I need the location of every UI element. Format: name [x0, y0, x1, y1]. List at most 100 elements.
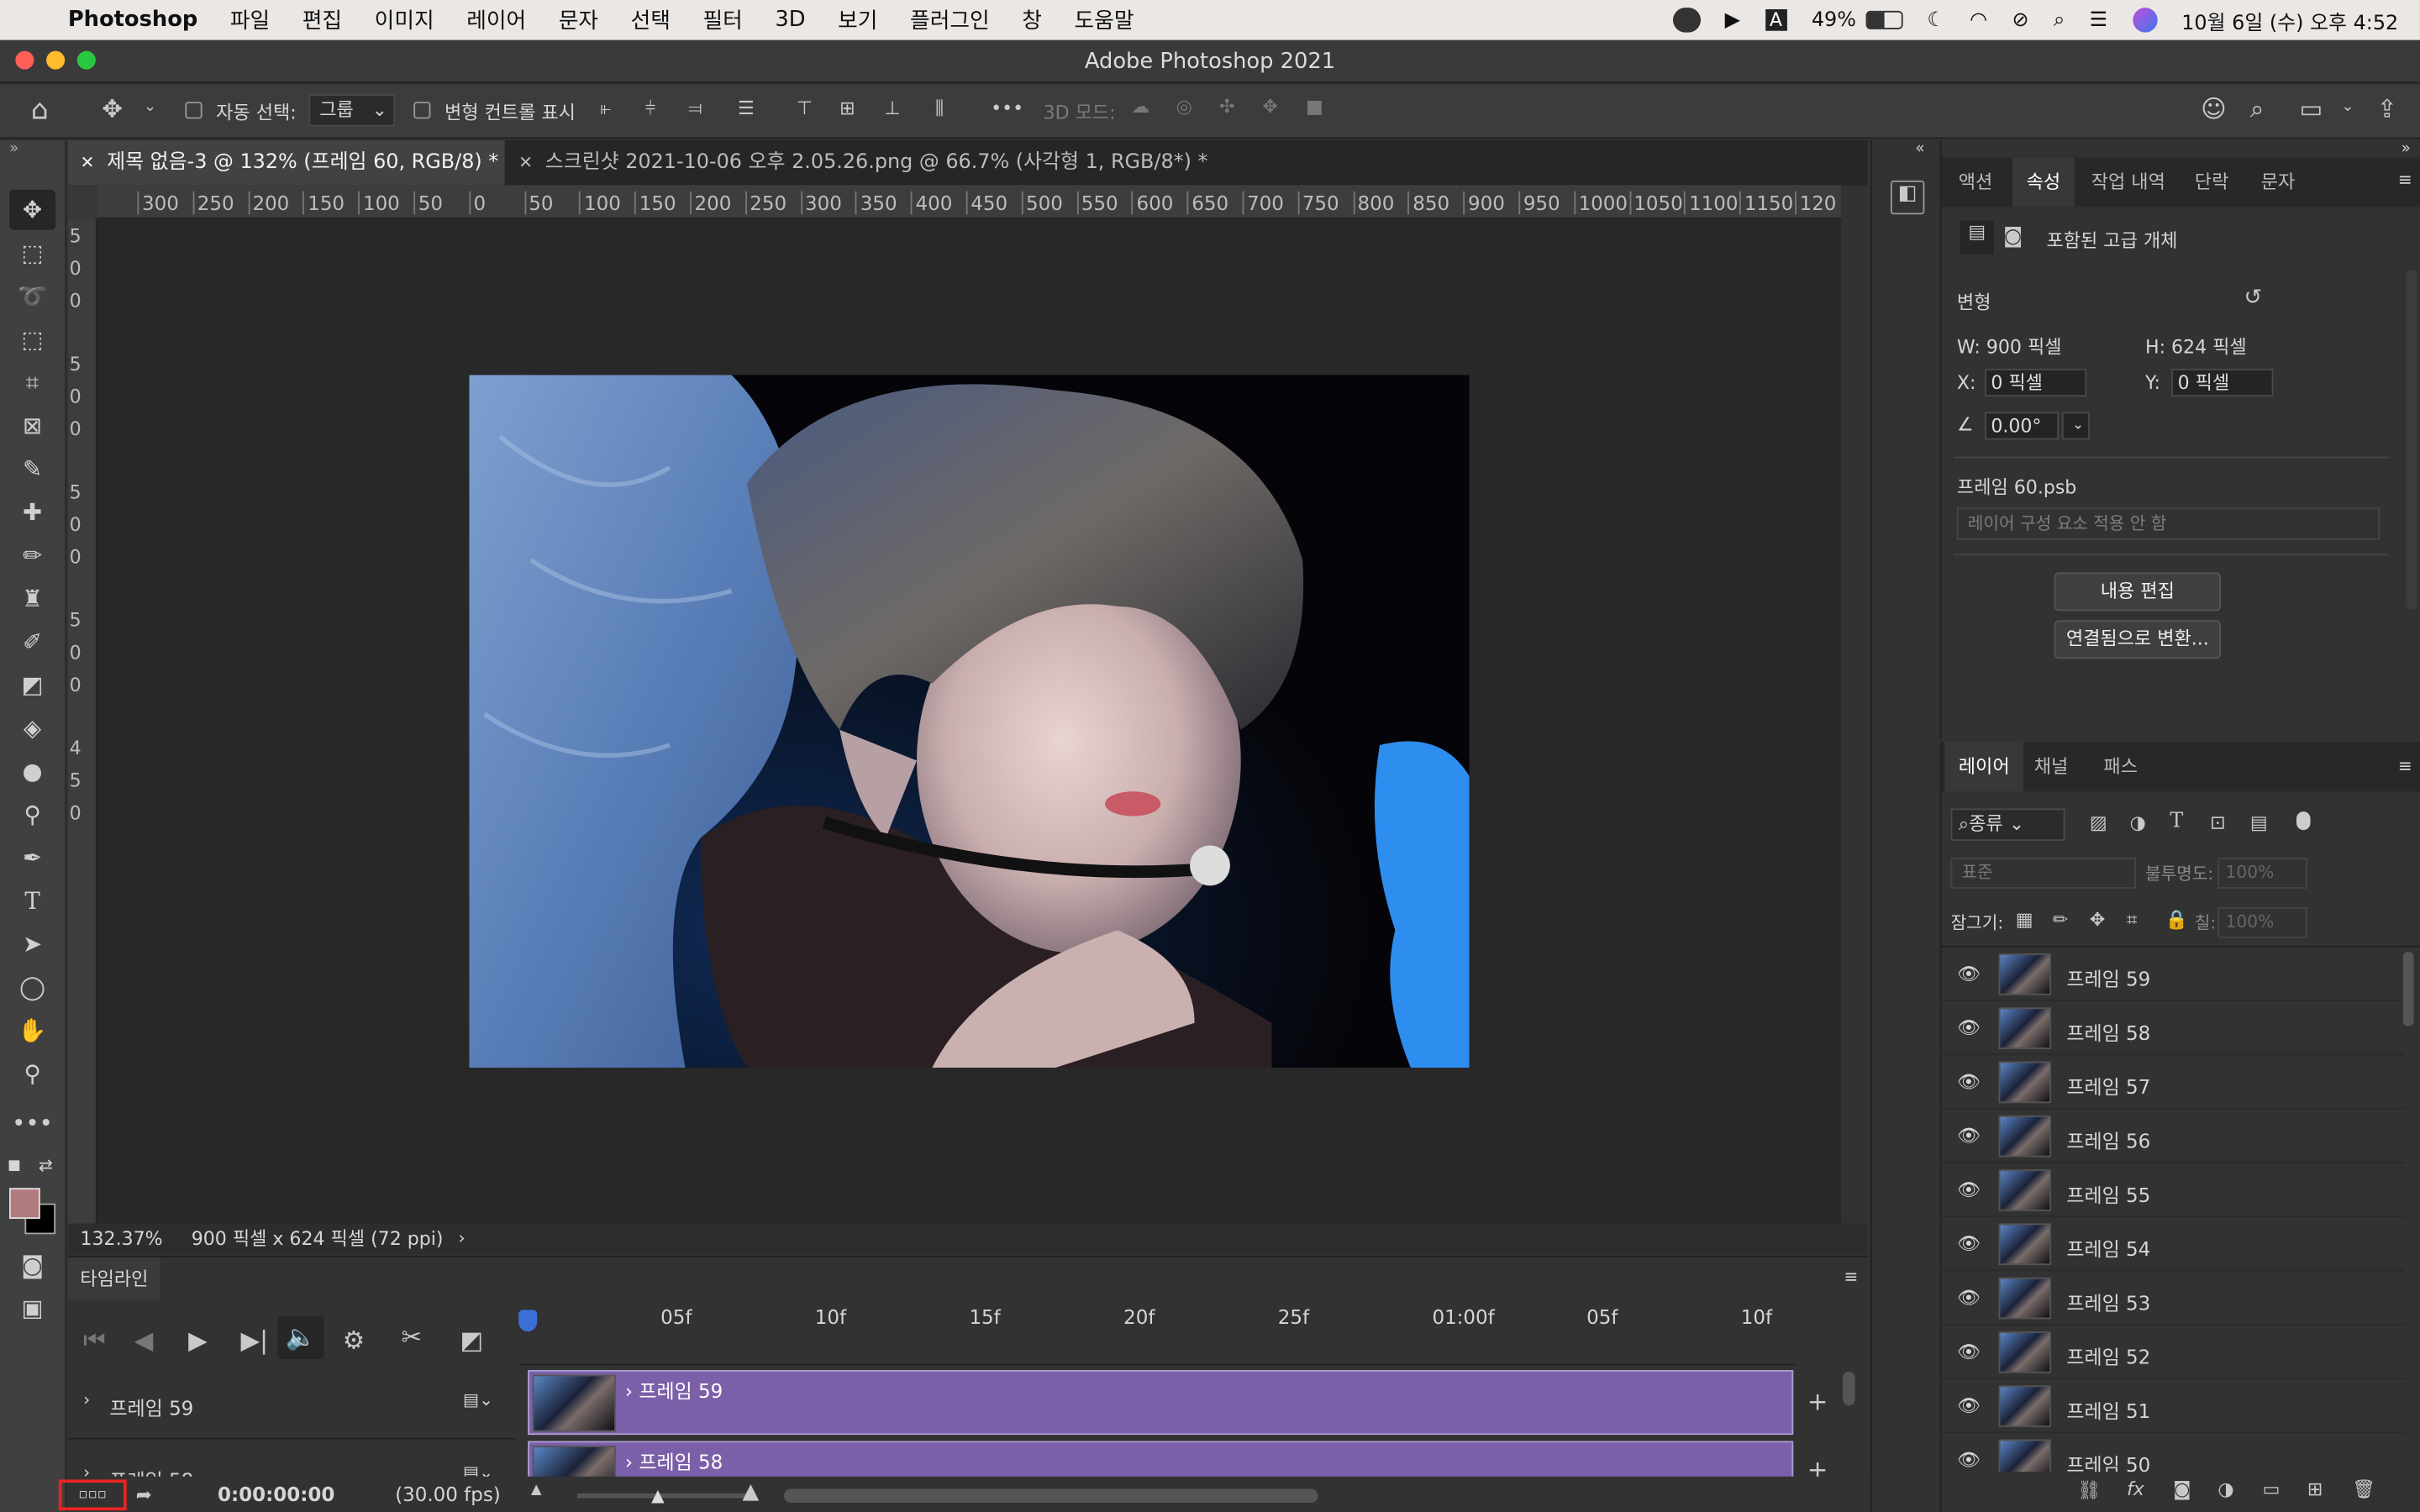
3d-slide-icon[interactable]: ✥	[1262, 96, 1277, 118]
timeline-tab[interactable]: 타임라인	[67, 1257, 161, 1301]
y-position-input[interactable]: 0 픽셀	[2171, 368, 2274, 397]
x-position-input[interactable]: 0 픽셀	[1984, 368, 2087, 397]
angle-dropdown[interactable]: ⌄	[2061, 412, 2090, 440]
lock-artboard-icon[interactable]: ⌗	[2127, 909, 2137, 932]
layer-row[interactable]: 👁 프레임 58	[1941, 1001, 2405, 1056]
auto-select-checkbox[interactable]	[185, 102, 203, 119]
filter-kind-select[interactable]: ⌕종류 ⌄	[1950, 808, 2065, 842]
keyboard-input-icon[interactable]: A	[1765, 9, 1787, 31]
close-icon[interactable]: ✕	[81, 153, 95, 173]
previous-frame-icon[interactable]: ◀	[134, 1326, 154, 1355]
play-icon[interactable]: ▶	[1725, 8, 1740, 32]
visibility-eye-icon[interactable]: 👁	[1957, 1016, 1981, 1038]
close-window-button[interactable]	[15, 50, 34, 70]
siri-icon[interactable]	[2132, 8, 2157, 33]
history-brush-tool-icon[interactable]: ✐	[9, 622, 55, 662]
more-options-icon[interactable]: •••	[991, 97, 1023, 119]
menu-3d[interactable]: 3D	[775, 8, 805, 32]
ellipse-tool-icon[interactable]: ◯	[9, 968, 55, 1008]
timeline-clip[interactable]: › 프레임 59	[528, 1369, 1794, 1436]
angle-input[interactable]: 0.00°	[1984, 412, 2060, 440]
workspace-icon[interactable]: ▭	[2300, 94, 2323, 123]
layer-row[interactable]: 👁 프레임 55	[1941, 1163, 2405, 1218]
timeline-scrollbar[interactable]	[1843, 1371, 1855, 1406]
lasso-tool-icon[interactable]: ➰	[9, 276, 55, 317]
first-frame-icon[interactable]: ⏮	[83, 1326, 105, 1357]
notification-icon[interactable]	[1672, 8, 1701, 33]
brush-tool-icon[interactable]: ✏	[9, 535, 55, 575]
blur-tool-icon[interactable]: ●	[9, 751, 55, 791]
tab-history[interactable]: 작업 내역	[2077, 157, 2179, 207]
zoom-window-button[interactable]	[76, 50, 96, 70]
eyedropper-tool-icon[interactable]: ✎	[9, 449, 55, 489]
battery-icon[interactable]	[1865, 10, 1903, 29]
user-icon[interactable]: ☺	[2201, 94, 2227, 123]
settings-gear-icon[interactable]: ⚙	[343, 1326, 365, 1355]
document-tab[interactable]: ✕ 스크린샷 2021-10-06 오후 2.05.26.png @ 66.7% …	[506, 140, 1216, 185]
lock-transparency-icon[interactable]: ▦	[2016, 909, 2033, 931]
layer-row[interactable]: 👁 프레임 56	[1941, 1110, 2405, 1163]
adjustment-layer-icon[interactable]: ◑	[2217, 1478, 2233, 1500]
type-tool-icon[interactable]: T	[9, 881, 55, 921]
pen-tool-icon[interactable]: ✒	[9, 837, 55, 878]
link-layers-icon[interactable]: ⛓	[2077, 1479, 2101, 1501]
dark-mode-icon[interactable]: ☾	[1927, 8, 1944, 32]
search-icon[interactable]: ⌕	[2054, 8, 2065, 32]
time-ruler[interactable]: 05f 10f 15f 20f 25f 01:00f 05f 10f	[518, 1300, 1797, 1366]
menu-layer[interactable]: 레이어	[466, 5, 526, 36]
canvas-area[interactable]	[97, 218, 1842, 1224]
share-icon[interactable]: ⇪	[2377, 94, 2398, 123]
wifi-icon[interactable]: ◠	[1970, 8, 1987, 32]
zoom-out-icon[interactable]: ▲	[531, 1483, 542, 1498]
render-video-icon[interactable]: ➦	[136, 1483, 152, 1506]
visibility-eye-icon[interactable]: 👁	[1957, 1287, 1981, 1309]
delete-layer-icon[interactable]: 🗑	[2352, 1478, 2375, 1500]
foreground-color-swatch[interactable]	[9, 1188, 40, 1219]
properties-panel-icon[interactable]: ◧	[1890, 180, 1925, 215]
visibility-eye-icon[interactable]: 👁	[1957, 1449, 1981, 1471]
object-select-tool-icon[interactable]: ⬚	[9, 319, 55, 360]
chevron-right-icon[interactable]: ›	[458, 1224, 465, 1255]
convert-to-linked-button[interactable]: 연결됨으로 변환...	[2054, 620, 2222, 659]
menu-image[interactable]: 이미지	[375, 5, 434, 36]
menu-help[interactable]: 도움말	[1075, 5, 1134, 36]
filter-adjustment-icon[interactable]: ◑	[2130, 811, 2146, 833]
crop-tool-icon[interactable]: ⌗	[9, 363, 55, 403]
properties-scrollbar[interactable]	[2406, 270, 2417, 610]
search-icon[interactable]: ⌕	[2250, 94, 2264, 125]
volume-muted-icon[interactable]: ⊘	[2012, 8, 2028, 32]
document-tab-active[interactable]: ✕ 제목 없음-3 @ 132% (프레임 60, RGB/8) *	[67, 140, 505, 186]
film-strip-icon[interactable]: ▤⌄	[463, 1390, 493, 1410]
menu-app-photoshop[interactable]: Photoshop	[68, 8, 197, 32]
dodge-tool-icon[interactable]: ⚲	[9, 795, 55, 835]
play-icon[interactable]: ▶	[188, 1326, 208, 1355]
align-bottom-icon[interactable]: ⊥	[884, 97, 900, 119]
swap-colors-icon[interactable]: ⇄	[39, 1156, 53, 1176]
close-icon[interactable]: ✕	[518, 153, 533, 173]
layer-row[interactable]: 👁 프레임 50	[1942, 1433, 2405, 1473]
align-right-icon[interactable]: ⫤	[688, 97, 702, 121]
layer-row[interactable]: 👁 프레임 52	[1941, 1326, 2405, 1380]
layer-style-fx-icon[interactable]: fx	[2127, 1478, 2144, 1500]
align-top-icon[interactable]: ⊤	[797, 97, 813, 119]
panel-menu-icon[interactable]: ≡	[2398, 170, 2412, 190]
add-mask-icon[interactable]: ◙	[2173, 1478, 2191, 1500]
layer-row[interactable]: 👁 프레임 59	[1941, 948, 2405, 1002]
control-center-icon[interactable]: ☰	[2090, 8, 2107, 32]
playhead[interactable]	[518, 1310, 538, 1332]
horizontal-ruler[interactable]: 300 250 200 150 100 50 0 50 100 150 200 250 300 350 40…	[97, 185, 1842, 219]
split-scissors-icon[interactable]: ✂	[402, 1322, 423, 1352]
align-center-icon[interactable]: ⫩	[645, 97, 656, 121]
3d-orbit-icon[interactable]: ☁	[1131, 96, 1150, 118]
3d-drag-icon[interactable]: ✣	[1219, 96, 1234, 118]
menu-window[interactable]: 창	[1022, 5, 1042, 36]
frame-tool-icon[interactable]: ⊠	[9, 406, 55, 446]
mask-icon[interactable]: ◙	[2003, 225, 2023, 249]
expand-panels-icon[interactable]: »	[2402, 140, 2411, 157]
visibility-eye-icon[interactable]: 👁	[1957, 963, 1981, 984]
panel-menu-icon[interactable]: ≡	[1844, 1267, 1858, 1287]
clone-stamp-tool-icon[interactable]: ♜	[9, 579, 55, 619]
reset-transform-icon[interactable]: ↺	[2244, 286, 2263, 310]
filter-pixel-icon[interactable]: ▨	[2090, 811, 2107, 833]
path-selection-tool-icon[interactable]: ➤	[9, 924, 55, 964]
